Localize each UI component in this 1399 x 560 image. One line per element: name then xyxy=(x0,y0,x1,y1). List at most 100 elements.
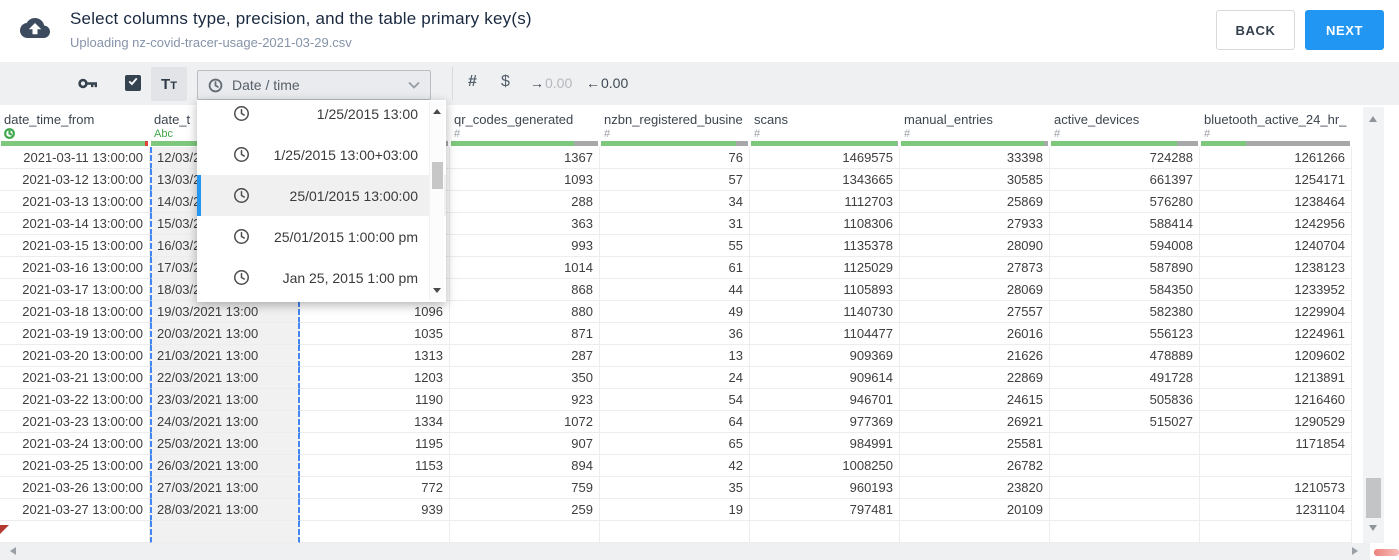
table-cell[interactable]: 1290529 xyxy=(1200,411,1352,433)
table-cell[interactable]: 977369 xyxy=(750,411,900,433)
table-cell[interactable]: 594008 xyxy=(1050,235,1200,257)
table-cell[interactable]: 909614 xyxy=(750,367,900,389)
table-cell[interactable]: 582380 xyxy=(1050,301,1200,323)
table-cell[interactable]: 1216460 xyxy=(1200,389,1352,411)
dropdown-item[interactable]: 1/25/2015 13:00 xyxy=(197,100,446,134)
table-cell[interactable]: 1334 xyxy=(300,411,450,433)
include-column-checkbox[interactable] xyxy=(125,75,141,91)
table-cell[interactable]: 1108306 xyxy=(750,213,900,235)
table-cell[interactable]: 1093 xyxy=(450,169,600,191)
table-cell[interactable]: 24 xyxy=(600,367,750,389)
table-cell[interactable]: 24615 xyxy=(900,389,1050,411)
table-cell[interactable]: 772 xyxy=(300,477,450,499)
table-cell[interactable]: 26/03/2021 13:00 xyxy=(150,455,300,477)
table-cell[interactable]: 2021-03-15 13:00:00 xyxy=(0,235,150,257)
table-cell[interactable] xyxy=(150,521,300,543)
table-cell[interactable]: 584350 xyxy=(1050,279,1200,301)
table-cell[interactable] xyxy=(600,521,750,543)
dropdown-scrollbar-thumb[interactable] xyxy=(432,162,443,189)
table-cell[interactable]: 2021-03-17 13:00:00 xyxy=(0,279,150,301)
dropdown-scrollbar[interactable] xyxy=(429,102,444,300)
table-cell[interactable]: 42 xyxy=(600,455,750,477)
table-cell[interactable]: 2021-03-12 13:00:00 xyxy=(0,169,150,191)
table-cell[interactable]: 1190 xyxy=(300,389,450,411)
table-cell[interactable]: 923 xyxy=(450,389,600,411)
table-cell[interactable]: 27873 xyxy=(900,257,1050,279)
table-cell[interactable]: 939 xyxy=(300,499,450,521)
table-cell[interactable]: 1112703 xyxy=(750,191,900,213)
column-header-qr_codes_generated[interactable]: qr_codes_generated # xyxy=(450,105,600,141)
table-cell[interactable] xyxy=(750,521,900,543)
table-cell[interactable]: 871 xyxy=(450,323,600,345)
table-cell[interactable]: 724288 xyxy=(1050,147,1200,169)
currency-type-button[interactable]: $ xyxy=(501,73,510,91)
table-cell[interactable]: 1343665 xyxy=(750,169,900,191)
table-cell[interactable]: 28/03/2021 13:00 xyxy=(150,499,300,521)
table-cell[interactable] xyxy=(1050,499,1200,521)
table-cell[interactable]: 515027 xyxy=(1050,411,1200,433)
table-cell[interactable]: 23/03/2021 13:00 xyxy=(150,389,300,411)
table-cell[interactable]: 350 xyxy=(450,367,600,389)
table-cell[interactable]: 76 xyxy=(600,147,750,169)
table-cell[interactable] xyxy=(1200,521,1352,543)
table-cell[interactable]: 2021-03-14 13:00:00 xyxy=(0,213,150,235)
table-cell[interactable] xyxy=(1050,433,1200,455)
table-cell[interactable] xyxy=(0,521,150,543)
table-cell[interactable]: 25869 xyxy=(900,191,1050,213)
table-cell[interactable]: 363 xyxy=(450,213,600,235)
table-cell[interactable]: 1072 xyxy=(450,411,600,433)
table-cell[interactable]: 2021-03-24 13:00:00 xyxy=(0,433,150,455)
table-cell[interactable]: 27933 xyxy=(900,213,1050,235)
table-cell[interactable]: 20109 xyxy=(900,499,1050,521)
table-cell[interactable]: 21626 xyxy=(900,345,1050,367)
table-cell[interactable]: 1195 xyxy=(300,433,450,455)
number-type-button[interactable]: # xyxy=(468,73,477,91)
table-cell[interactable]: 2021-03-23 13:00:00 xyxy=(0,411,150,433)
scroll-down-icon[interactable] xyxy=(433,288,441,293)
vertical-scrollbar[interactable] xyxy=(1363,107,1384,543)
scroll-down-icon[interactable] xyxy=(1369,525,1377,531)
table-cell[interactable]: 1014 xyxy=(450,257,600,279)
table-cell[interactable]: 478889 xyxy=(1050,345,1200,367)
table-cell[interactable]: 587890 xyxy=(1050,257,1200,279)
table-cell[interactable]: 2021-03-21 13:00:00 xyxy=(0,367,150,389)
type-select[interactable]: Date / time xyxy=(197,70,431,100)
table-cell[interactable]: 54 xyxy=(600,389,750,411)
table-cell[interactable] xyxy=(450,521,600,543)
increase-decimal-button[interactable]: → 0.00 xyxy=(530,75,572,91)
column-header-date_time_from[interactable]: date_time_from xyxy=(0,105,150,141)
scroll-up-icon[interactable] xyxy=(1369,116,1377,122)
table-cell[interactable]: 1125029 xyxy=(750,257,900,279)
table-cell[interactable]: 36 xyxy=(600,323,750,345)
table-cell[interactable]: 2021-03-13 13:00:00 xyxy=(0,191,150,213)
table-cell[interactable]: 26921 xyxy=(900,411,1050,433)
table-cell[interactable]: 909369 xyxy=(750,345,900,367)
table-cell[interactable]: 19/03/2021 13:00 xyxy=(150,301,300,323)
table-cell[interactable]: 1261266 xyxy=(1200,147,1352,169)
table-cell[interactable]: 1153 xyxy=(300,455,450,477)
table-cell[interactable]: 287 xyxy=(450,345,600,367)
table-cell[interactable]: 2021-03-19 13:00:00 xyxy=(0,323,150,345)
table-cell[interactable]: 19 xyxy=(600,499,750,521)
table-cell[interactable]: 556123 xyxy=(1050,323,1200,345)
horizontal-scrollbar[interactable] xyxy=(0,543,1370,560)
table-cell[interactable]: 13 xyxy=(600,345,750,367)
table-cell[interactable]: 2021-03-20 13:00:00 xyxy=(0,345,150,367)
table-cell[interactable]: 25581 xyxy=(900,433,1050,455)
table-cell[interactable]: 34 xyxy=(600,191,750,213)
table-cell[interactable]: 960193 xyxy=(750,477,900,499)
table-cell[interactable]: 797481 xyxy=(750,499,900,521)
table-cell[interactable]: 24/03/2021 13:00 xyxy=(150,411,300,433)
table-cell[interactable]: 1233952 xyxy=(1200,279,1352,301)
table-cell[interactable]: 1224961 xyxy=(1200,323,1352,345)
scroll-up-icon[interactable] xyxy=(433,109,441,114)
table-cell[interactable]: 505836 xyxy=(1050,389,1200,411)
table-cell[interactable]: 868 xyxy=(450,279,600,301)
table-cell[interactable]: 49 xyxy=(600,301,750,323)
table-cell[interactable]: 27557 xyxy=(900,301,1050,323)
column-header-nzbn_registered_busine[interactable]: nzbn_registered_busine # xyxy=(600,105,750,141)
table-cell[interactable] xyxy=(900,521,1050,543)
table-cell[interactable]: 1238464 xyxy=(1200,191,1352,213)
scroll-left-icon[interactable] xyxy=(10,547,16,555)
table-cell[interactable]: 20/03/2021 13:00 xyxy=(150,323,300,345)
